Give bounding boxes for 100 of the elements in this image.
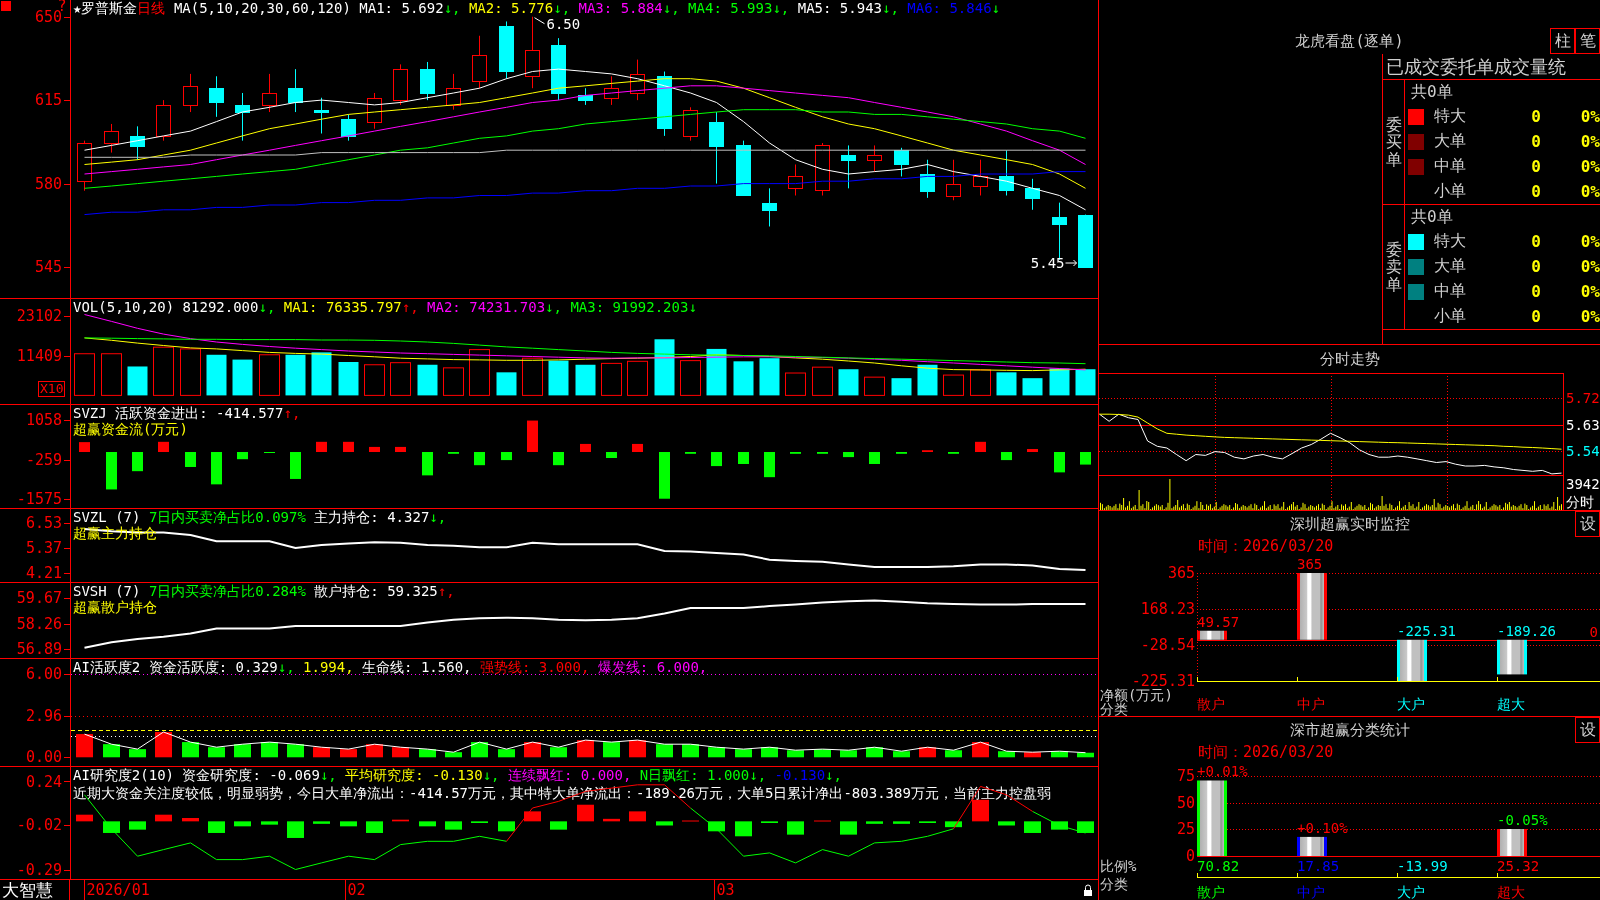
flow-bar [632,443,643,452]
axis-label: 545 [34,258,62,276]
trend-arrow: ↓, [482,767,500,783]
panel-title: 龙虎看盘(逐单) [1295,31,1404,51]
axis-label: 4.21 [25,563,62,582]
flow-bar [659,452,670,499]
order-total: 共0单 [1411,81,1453,103]
brand-label: 大智慧 [2,880,53,900]
axis-label: -0.29 [16,860,62,879]
category-label: 超大 [1497,696,1525,712]
indicator-caption: 超赢资金流(万元) [73,421,188,437]
order-count: 0 [1531,132,1541,151]
period-label: 日线 [137,0,166,16]
flow-bar [711,452,722,467]
square-icon [1,1,11,11]
category-label: 散户 [1197,884,1225,900]
flow-bar [79,442,90,452]
axis-label: 0.00 [25,748,62,766]
candle [472,35,487,89]
order-percent: 0% [1580,157,1600,176]
settings-button[interactable]: 设 [1575,511,1600,537]
view-toggle-button[interactable]: 柱 [1550,28,1575,54]
axis-label: 5.63 [1566,416,1600,433]
candle [77,140,92,192]
trend-arrow: ↓, [662,0,680,16]
indicator-value: VOL(5,10,20) [73,299,175,315]
value-label: -225.31 [1397,622,1456,639]
net-amount-bar [1397,639,1427,681]
candle [867,144,882,173]
order-type: 特大 [1434,106,1466,127]
trend-arrow: ↓ [688,299,697,315]
category-label: 大户 [1397,884,1425,900]
axis-label: 0 [1185,847,1195,865]
order-count: 0 [1531,107,1541,126]
indicator-value: SVZJ [73,405,107,421]
order-count: 0 [1531,282,1541,301]
flow-bar [975,441,986,452]
change-label: +0.10% [1297,819,1348,836]
candle [604,75,619,106]
trend-arrow: ↓ [991,0,1001,16]
settings-button[interactable]: 设 [1575,717,1600,743]
trend-arrow: ↓, [772,0,790,16]
panel-title: 分时走势 [1319,349,1380,369]
category-label: 中户 [1297,696,1325,712]
candle [499,20,514,80]
value-label: -189.26 [1497,622,1556,639]
axis-label: 615 [34,91,62,110]
axis-label: -259 [25,450,62,469]
indicator-value: 81292.000 [182,299,259,315]
trend-arrow: ↓, [825,767,842,783]
axis-label: 75 [1176,767,1195,785]
candle [341,113,356,142]
flow-bar [211,452,222,485]
indicator-value: SVSH (7) [73,583,141,599]
trend-arrow: ↓, [277,659,295,675]
reference-label: 0 [1589,623,1598,640]
order-percent: 0% [1580,107,1600,126]
order-percent: 0% [1580,282,1600,301]
candle [288,68,303,113]
candle [894,147,909,177]
order-count: 0 [1531,307,1541,326]
table-title: 已成交委托单成交量统 [1386,54,1566,79]
candle [183,73,198,113]
indicator-value: 7日内买卖净占比0.284% [148,583,306,599]
candle [1078,214,1093,268]
indicator-value: MA2: 5.776 [468,0,554,16]
indicator-value: AI活跃度2 [73,659,141,675]
trend-arrow: ↓, [319,767,337,783]
flow-bar [527,420,538,452]
axis-label: 56.89 [16,640,62,658]
candle [420,61,435,101]
order-type: 大单 [1434,131,1466,152]
trend-arrow: ↓, [258,299,276,315]
flow-bar [132,452,143,472]
flow-bar [369,446,380,452]
trend-arrow: ↓, [429,509,447,525]
candle [446,73,461,111]
scale-label: X10 [38,381,66,397]
indicator-value: MA(5,10,20,30,60,120) [173,0,351,16]
flow-bar [158,441,169,452]
value-label: 365 [1297,556,1323,572]
axis-label: -1575 [16,490,62,508]
stock-name: ★罗普斯金 [73,0,138,16]
order-type: 小单 [1434,306,1466,327]
axis-label: 650 [34,7,62,26]
indicator-value: 资金研究度: -0.069 [182,767,320,783]
flow-bar [290,452,301,479]
axis-label: 5.54 [1566,443,1600,459]
ratio-value: -13.99 [1397,858,1448,874]
order-percent: 0% [1580,232,1600,251]
flow-bar [764,452,775,478]
flow-bar [106,452,117,490]
trend-arrow: ↓, [553,0,571,16]
candle [262,73,277,113]
indicator-value: 资金活跃度: 0.329 [148,659,278,675]
axis-label: 6.53 [25,514,62,533]
trend-arrow: ↓, [882,0,899,16]
flow-bar [738,452,749,464]
axis-label: 50 [1176,793,1195,812]
view-toggle-button[interactable]: 笔 [1575,28,1600,54]
